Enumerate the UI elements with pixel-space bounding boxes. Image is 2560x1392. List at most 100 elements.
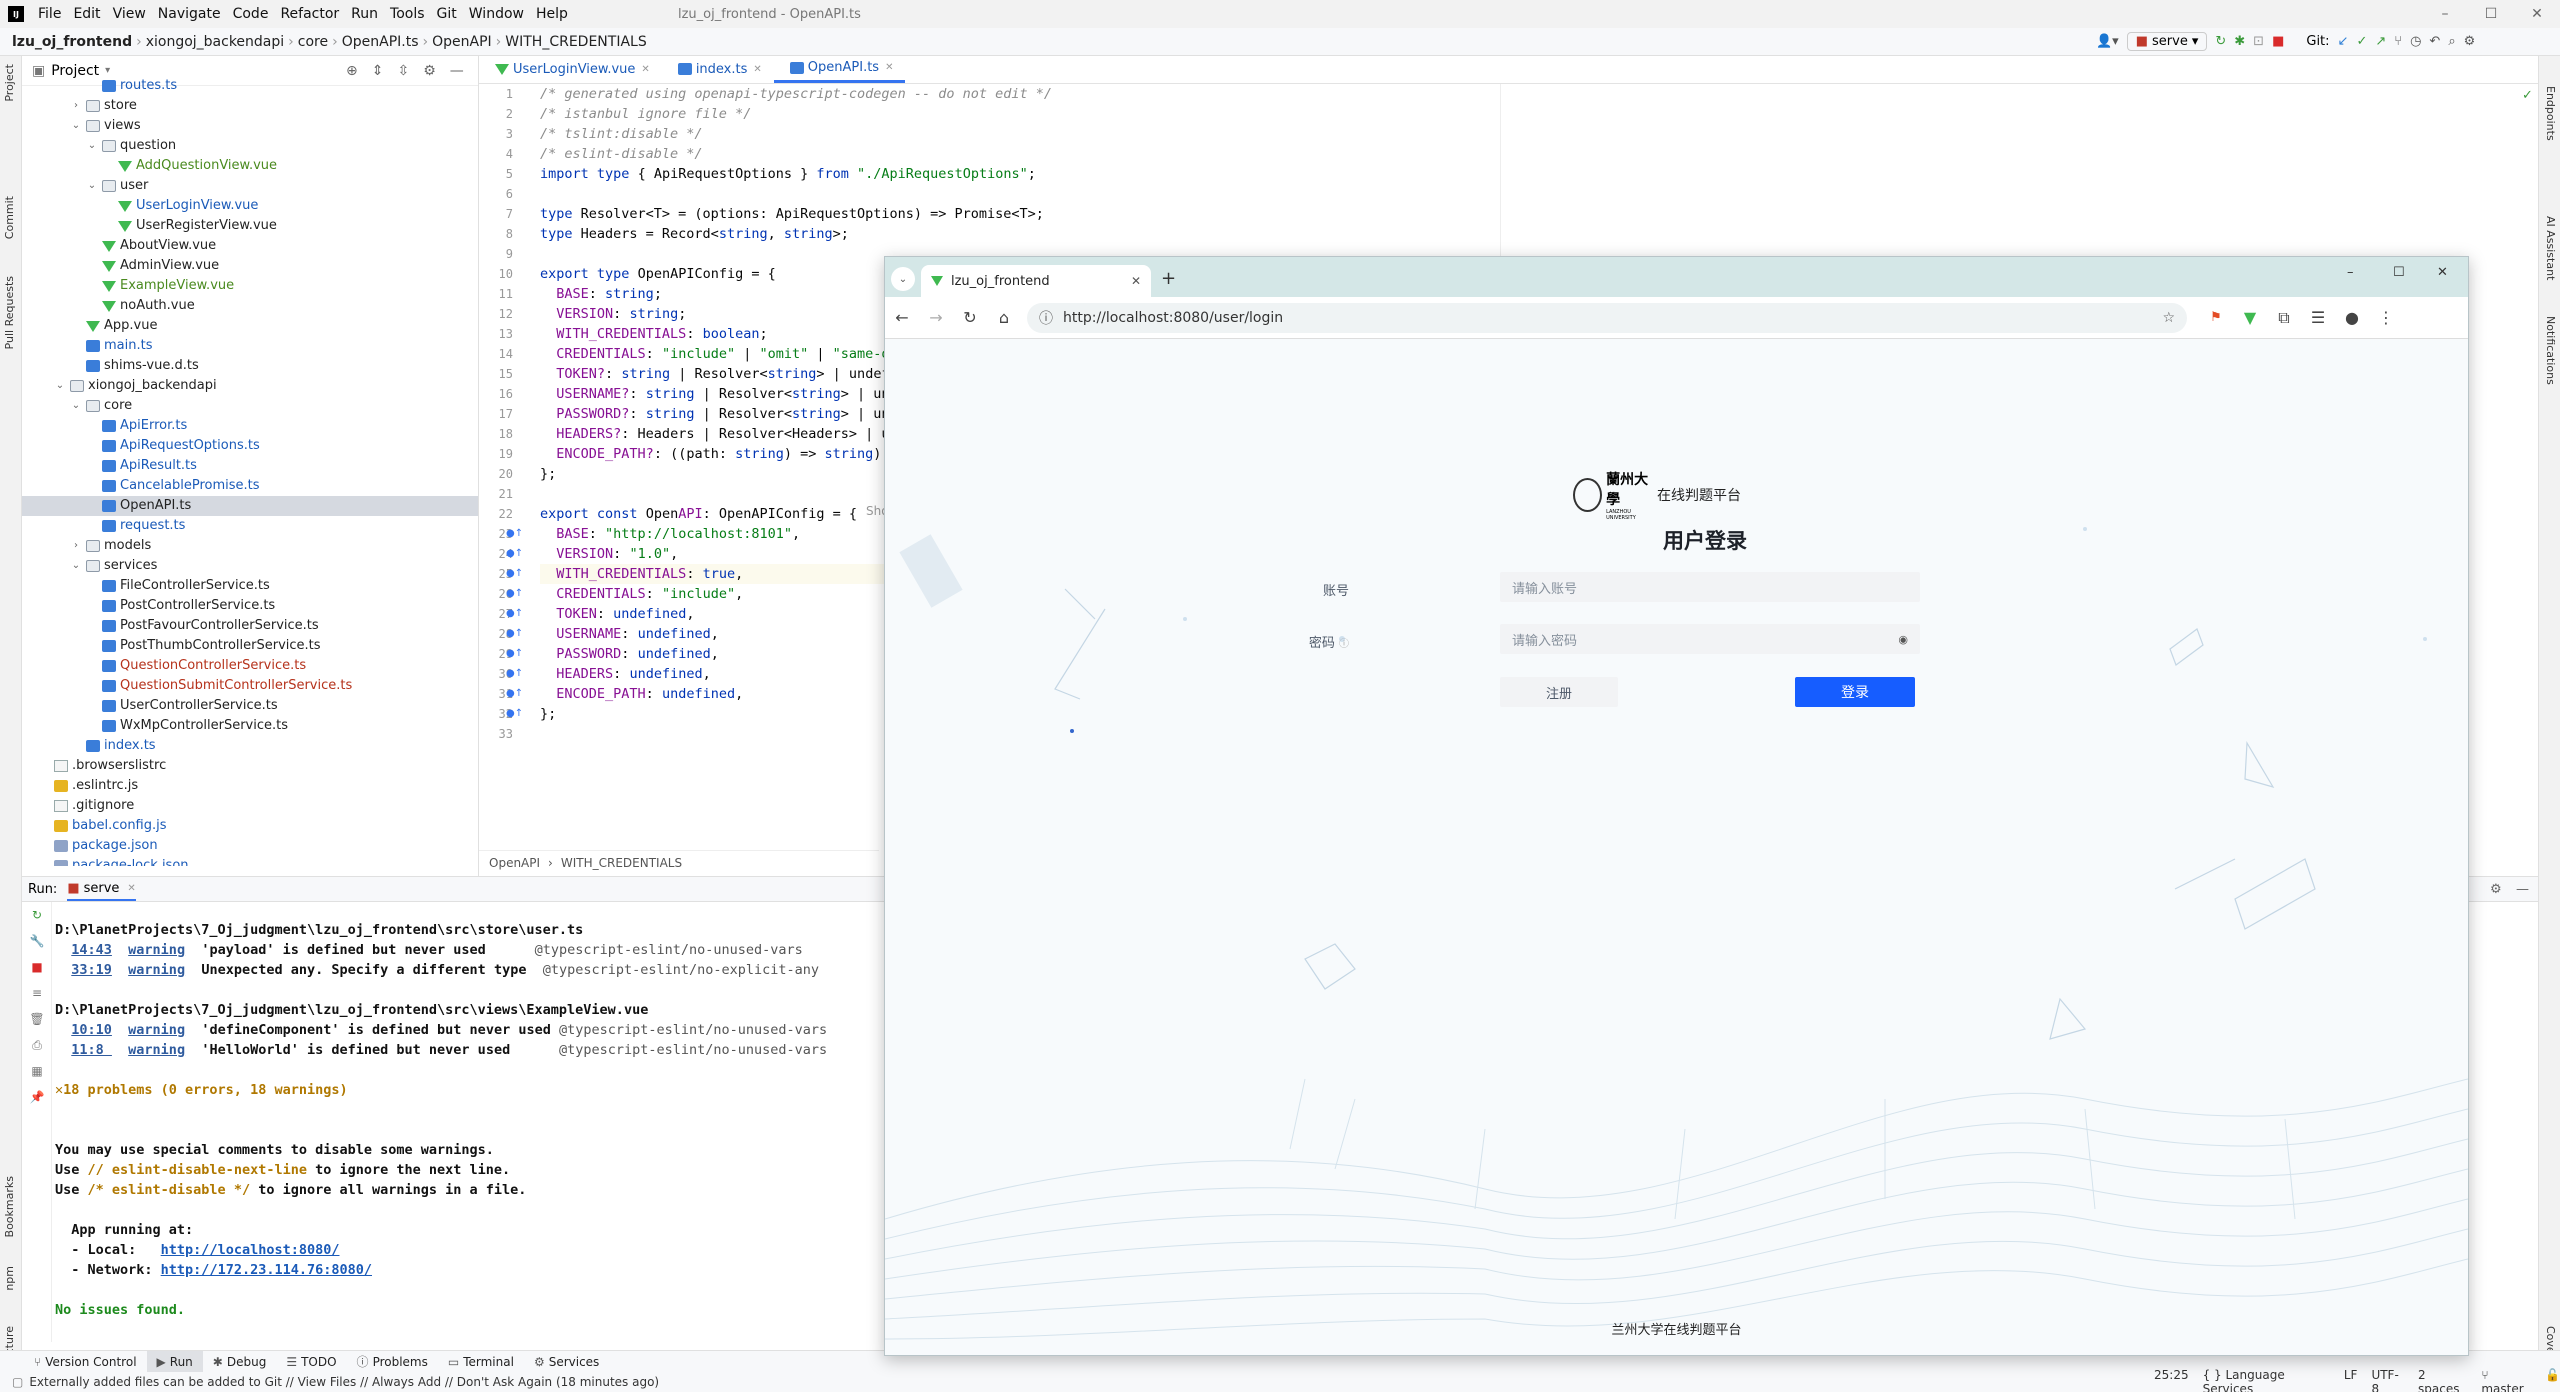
- breadcrumb-item[interactable]: lzu_oj_frontend: [8, 34, 136, 50]
- gutter-mark-icon[interactable]: ●↑: [506, 704, 523, 724]
- tree-item[interactable]: ApiRequestOptions.ts: [22, 436, 478, 456]
- menu-edit[interactable]: Edit: [67, 6, 106, 22]
- account-input[interactable]: 请输入账号: [1500, 572, 1920, 602]
- tree-item[interactable]: shims-vue.d.ts: [22, 356, 478, 376]
- chevron-icon[interactable]: ⌄: [70, 556, 82, 576]
- history-icon[interactable]: ◷: [2410, 34, 2421, 49]
- warning-position-link[interactable]: 10:10: [71, 1022, 112, 1038]
- tree-item[interactable]: UserControllerService.ts: [22, 696, 478, 716]
- git-commit-icon[interactable]: ✓: [2356, 34, 2367, 49]
- tab-search-icon[interactable]: ⌄: [891, 267, 915, 291]
- run-config-select[interactable]: ■ serve ▾: [2126, 32, 2208, 51]
- tool-ai-assistant[interactable]: AI Assistant: [2544, 216, 2557, 280]
- console-file-path[interactable]: D:\PlanetProjects\7_Oj_judgment\lzu_oj_f…: [55, 1002, 648, 1018]
- editor-breadcrumb-item[interactable]: OpenAPI: [489, 856, 540, 870]
- tree-item[interactable]: ExampleView.vue: [22, 276, 478, 296]
- tool-project[interactable]: Project: [3, 64, 16, 102]
- code-line[interactable]: /* eslint-disable */: [540, 144, 1860, 164]
- run-tab[interactable]: ■ serve ✕: [67, 877, 136, 901]
- chevron-icon[interactable]: ⌄: [70, 396, 82, 416]
- close-icon[interactable]: ✕: [2514, 0, 2560, 28]
- tree-item[interactable]: App.vue: [22, 316, 478, 336]
- bottom-tool-debug[interactable]: ✱ Debug: [203, 1351, 277, 1373]
- close-tab-icon[interactable]: ✕: [753, 64, 761, 75]
- git-update-icon[interactable]: ↙: [2338, 34, 2349, 49]
- app-url-link[interactable]: http://172.23.114.76:8080/: [161, 1262, 372, 1278]
- breadcrumb-item[interactable]: WITH_CREDENTIALS: [501, 34, 650, 50]
- extension-red-icon[interactable]: ⚑: [2199, 310, 2233, 325]
- app-url-link[interactable]: http://localhost:8080/: [161, 1242, 340, 1258]
- bottom-tool-todo[interactable]: ☰ TODO: [276, 1351, 346, 1373]
- site-info-icon[interactable]: ⓘ: [1039, 308, 1053, 328]
- layout-icon[interactable]: ▦: [22, 1058, 52, 1084]
- tree-item[interactable]: ⌄ views: [22, 116, 478, 136]
- line-separator[interactable]: LF: [2344, 1368, 2358, 1392]
- gutter-mark-icon[interactable]: ●↑: [506, 584, 523, 604]
- warning-position-link[interactable]: 14:43: [71, 942, 112, 958]
- tool-endpoints[interactable]: Endpoints: [2544, 86, 2557, 141]
- editor-tab[interactable]: OpenAPI.ts ✕: [773, 55, 906, 83]
- profile-avatar[interactable]: ●: [2335, 308, 2369, 327]
- settings-icon[interactable]: ⚙: [2464, 34, 2476, 49]
- tree-item[interactable]: ApiResult.ts: [22, 456, 478, 476]
- home-icon[interactable]: ⌂: [987, 308, 1021, 327]
- tree-item[interactable]: ⌄ services: [22, 556, 478, 576]
- bookmark-star-icon[interactable]: ☆: [2162, 310, 2175, 326]
- editor-tab[interactable]: index.ts ✕: [662, 55, 774, 83]
- git-branch-icon[interactable]: ⑂: [2394, 34, 2402, 49]
- address-bar[interactable]: ⓘ http://localhost:8080/user/login ☆: [1027, 302, 2187, 333]
- login-button[interactable]: 登录: [1795, 677, 1915, 707]
- forward-icon[interactable]: →: [919, 308, 953, 327]
- gutter-mark-icon[interactable]: ●↑: [506, 664, 523, 684]
- stop-icon[interactable]: ■: [22, 954, 52, 980]
- chevron-icon[interactable]: ⌄: [86, 136, 98, 156]
- warning-level[interactable]: warning: [128, 1022, 185, 1038]
- bottom-tool-run[interactable]: ▶ Run: [146, 1350, 203, 1373]
- tree-item[interactable]: QuestionControllerService.ts: [22, 656, 478, 676]
- menu-run[interactable]: Run: [345, 6, 384, 22]
- chevron-icon[interactable]: ›: [70, 536, 82, 556]
- tree-item[interactable]: AddQuestionView.vue: [22, 156, 478, 176]
- tool-bookmarks[interactable]: Bookmarks: [3, 1176, 16, 1237]
- wrench-icon[interactable]: 🔧: [22, 928, 52, 954]
- tool-notifications[interactable]: Notifications: [2544, 316, 2557, 385]
- tree-item[interactable]: PostThumbControllerService.ts: [22, 636, 478, 656]
- gutter-mark-icon[interactable]: ●↑: [506, 544, 523, 564]
- reload-icon[interactable]: ↻: [953, 308, 987, 327]
- gutter-mark-icon[interactable]: ●↑: [506, 684, 523, 704]
- menu-window[interactable]: Window: [463, 6, 530, 22]
- tree-item[interactable]: ⌄ core: [22, 396, 478, 416]
- menu-refactor[interactable]: Refactor: [274, 6, 345, 22]
- print-icon[interactable]: ⎙: [22, 1032, 52, 1058]
- breadcrumb-item[interactable]: OpenAPI: [428, 34, 496, 50]
- user-icon[interactable]: 👤▾: [2096, 34, 2119, 49]
- gutter-mark-icon[interactable]: ●↑: [506, 564, 523, 584]
- password-input[interactable]: 请输入密码 ◉: [1500, 624, 1920, 654]
- maximize-icon[interactable]: ☐: [2468, 0, 2514, 28]
- minimize-icon[interactable]: –: [2422, 0, 2468, 28]
- trash-icon[interactable]: 🗑: [22, 1006, 52, 1032]
- git-push-icon[interactable]: ↗: [2375, 34, 2386, 49]
- menu-icon[interactable]: ⋮: [2369, 308, 2403, 327]
- tree-item[interactable]: CancelablePromise.ts: [22, 476, 478, 496]
- tree-item[interactable]: FileControllerService.ts: [22, 576, 478, 596]
- chevron-icon[interactable]: ⌄: [70, 116, 82, 136]
- stop-icon[interactable]: ■: [2272, 34, 2284, 49]
- git-branch[interactable]: ⑂ master: [2481, 1368, 2531, 1392]
- file-encoding[interactable]: UTF-8: [2371, 1368, 2404, 1392]
- tree-item[interactable]: ⌄ question: [22, 136, 478, 156]
- caret-position[interactable]: 25:25: [2154, 1368, 2189, 1392]
- browser-tab[interactable]: lzu_oj_frontend ✕: [921, 265, 1151, 297]
- tree-item[interactable]: UserRegisterView.vue: [22, 216, 478, 236]
- inspection-ok-icon[interactable]: ✓: [2522, 88, 2533, 103]
- menu-git[interactable]: Git: [431, 6, 463, 22]
- lock-icon[interactable]: 🔓: [2545, 1368, 2560, 1392]
- back-icon[interactable]: ←: [885, 308, 919, 327]
- tree-item[interactable]: main.ts: [22, 336, 478, 356]
- tree-item[interactable]: PostFavourControllerService.ts: [22, 616, 478, 636]
- tool-pull-requests[interactable]: Pull Requests: [3, 276, 16, 349]
- menu-help[interactable]: Help: [530, 6, 574, 22]
- tree-item[interactable]: PostControllerService.ts: [22, 596, 478, 616]
- tree-item[interactable]: index.ts: [22, 736, 478, 756]
- close-tab-icon[interactable]: ✕: [127, 883, 135, 894]
